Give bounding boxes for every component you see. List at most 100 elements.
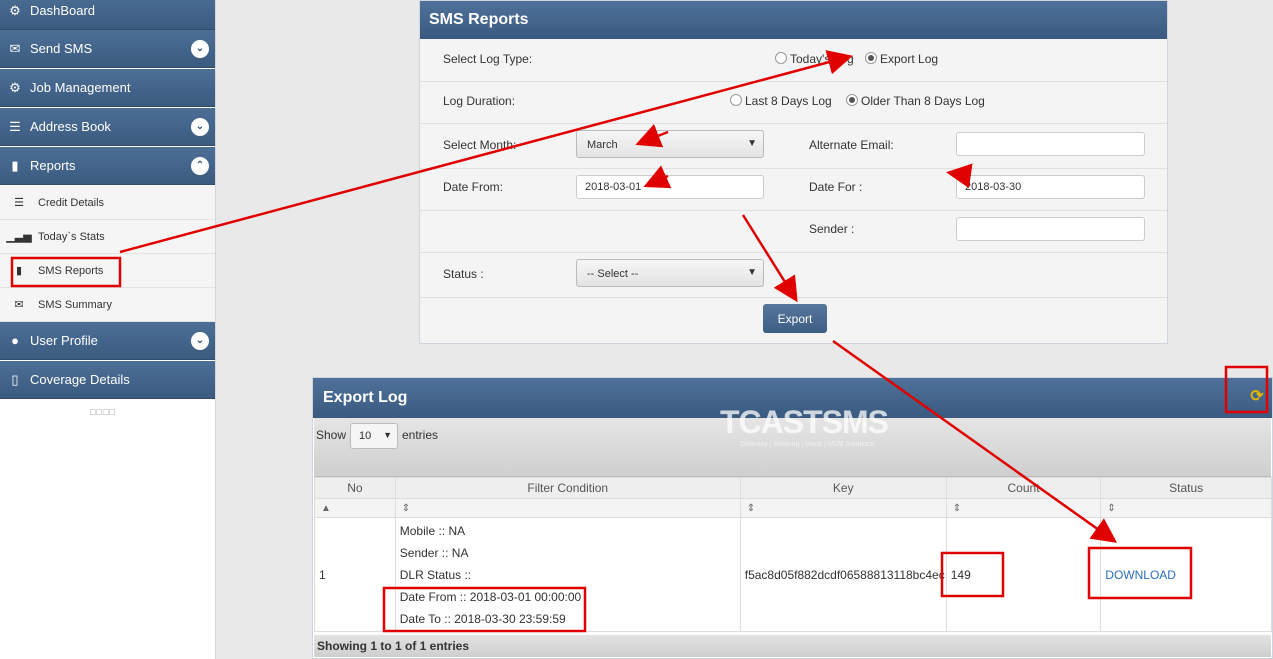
chevron-down-icon[interactable]: ⌄ [191,331,209,350]
sidebar-item-send-sms[interactable]: ✉ Send SMS ⌄ [0,30,215,68]
caret-down-icon: ▼ [747,267,757,278]
cell-count: 149 [945,517,1102,632]
list-icon: ☰ [9,118,21,134]
sender-label: Sender : [809,222,855,236]
column-header-key[interactable]: Key [739,477,947,499]
bar-chart-icon: ▁▃▅ [6,231,32,243]
cell-status: DOWNLOAD [1100,517,1272,632]
document-icon: ▮ [15,265,23,277]
filter-line: Sender :: NA [399,545,469,560]
book-icon: ▯ [11,371,19,387]
month-row: Select Month: March ▼ Alternate Email: [420,123,1167,169]
sidebar-item-label: Address Book [30,119,111,134]
sidebar-item-reports[interactable]: ▮ Reports ⌃ [0,147,215,185]
entries-label: entries [402,428,439,442]
date-for-input[interactable]: 2018-03-30 [956,175,1145,199]
sender-input[interactable] [956,217,1145,241]
duration-option-last8[interactable]: Last 8 Days Log [730,94,832,108]
duration-option-older[interactable]: Older Than 8 Days Log [846,94,985,108]
radio-selected-icon[interactable] [846,94,858,106]
status-select[interactable]: -- Select -- ▼ [576,259,764,287]
sidebar-item-user-profile[interactable]: ● User Profile ⌄ [0,322,215,360]
chevron-up-icon[interactable]: ⌃ [191,156,209,175]
gear-icon: ⚙ [9,79,21,95]
refresh-icon[interactable]: ⟳ [1248,388,1266,406]
sms-reports-panel: SMS Reports Select Log Type: Today's Log… [419,0,1168,344]
date-for-label: Date For : [809,180,863,194]
table-row: 1 Mobile :: NA Sender :: NA DLR Status :… [314,517,1272,632]
alt-email-input[interactable] [956,132,1145,156]
radio-icon[interactable] [730,94,742,106]
caret-down-icon: ▼ [747,138,757,149]
chevron-down-icon[interactable]: ⌄ [191,39,209,58]
date-from-input[interactable]: 2018-03-01 [576,175,764,199]
sidebar-item-job-management[interactable]: ⚙ Job Management [0,69,215,107]
export-button[interactable]: Export [763,304,827,333]
filter-line: Mobile :: NA [399,523,466,538]
filter-line: Date To :: 2018-03-30 23:59:59 [399,611,566,626]
alt-email-label: Alternate Email: [809,138,894,152]
sort-icon[interactable]: ⇕ [394,498,741,518]
sidebar-item-label: Send SMS [30,41,93,56]
radio-selected-icon[interactable] [865,52,877,64]
sidebar-item-address-book[interactable]: ☰ Address Book ⌄ [0,108,215,146]
envelope-icon: ✉ [9,40,21,56]
sort-icon[interactable]: ⇕ [1100,498,1272,518]
month-select[interactable]: March ▼ [576,130,764,158]
log-type-row: Select Log Type: Today's Log Export Log [420,39,1167,82]
sidebar-subitem-sms-summary[interactable]: ✉ SMS Summary [0,288,215,322]
sidebar-item-label: Reports [30,158,76,173]
export-log-table: No Filter Condition Key Count Status ▲ ⇕… [314,477,1272,632]
date-from-label: Date From: [443,180,504,194]
log-type-option-export[interactable]: Export Log [865,52,938,66]
column-header-count[interactable]: Count [945,477,1102,499]
sidebar-subitem-label: Today`s Stats [38,230,105,243]
tcastsms-logo: TCASTSMS Gateway | Masking | Voice | M2M … [720,404,889,448]
user-icon: ● [11,333,19,348]
show-label: Show [316,428,347,442]
sort-icon[interactable]: ⇕ [945,498,1102,518]
sort-icon[interactable]: ▲ [314,498,396,518]
sidebar-item-dashboard[interactable]: ⚙ DashBoard [0,0,215,30]
sidebar: ⚙ DashBoard ✉ Send SMS ⌄ ⚙ Job Managemen… [0,0,216,659]
radio-icon[interactable] [775,52,787,64]
cell-no: 1 [314,517,396,632]
sidebar-item-label: Coverage Details [30,372,130,387]
list-icon: ☰ [14,197,24,209]
table-info: Showing 1 to 1 of 1 entries [314,635,1271,657]
log-duration-label: Log Duration: [443,94,516,108]
column-header-no[interactable]: No [314,477,396,499]
chevron-down-icon[interactable]: ⌄ [191,117,209,136]
download-link[interactable]: DOWNLOAD [1105,568,1176,582]
document-icon: ▮ [11,157,19,173]
filter-line: Date From :: 2018-03-01 00:00:00 [399,589,582,604]
envelope-icon: ✉ [14,299,24,311]
sidebar-item-label: User Profile [30,333,98,348]
sidebar-subitem-credit-details[interactable]: ☰ Credit Details [0,186,215,220]
sidebar-subitem-todays-stats[interactable]: ▁▃▅ Today`s Stats [0,220,215,254]
sidebar-subitem-label: SMS Summary [38,298,112,311]
filter-line: DLR Status :: [399,567,472,582]
sort-icon[interactable]: ⇕ [739,498,947,518]
status-row: Status : -- Select -- ▼ [420,252,1167,298]
sidebar-item-coverage-details[interactable]: ▯ Coverage Details [0,361,215,399]
column-header-filter[interactable]: Filter Condition [394,477,741,499]
month-label: Select Month: [443,138,517,152]
sidebar-subitem-sms-reports[interactable]: ▮ SMS Reports [0,254,215,288]
entries-length-select[interactable]: 10 ▼ [350,423,398,449]
sidebar-subitem-label: Credit Details [38,196,105,209]
cell-filter: Mobile :: NA Sender :: NA DLR Status :: … [394,517,741,632]
sidebar-resize-grip[interactable]: □□□□ [90,407,116,417]
cell-key: f5ac8d05f882dcdf06588813118bc4ec [739,517,947,632]
export-log-panel: Export Log ⟳ Show 10 ▼ entries TCASTSMS Ga… [312,377,1273,659]
caret-down-icon: ▼ [383,430,392,440]
sender-row: Sender : [420,210,1167,253]
panel-title: SMS Reports [420,1,1167,39]
sidebar-subitem-label: SMS Reports [38,264,104,277]
log-type-option-today[interactable]: Today's Log [775,52,854,66]
gear-icon: ⚙ [9,2,21,18]
sidebar-item-label: DashBoard [30,3,96,18]
column-header-status[interactable]: Status [1100,477,1272,499]
log-duration-row: Log Duration: Last 8 Days Log Older Than… [420,81,1167,124]
sidebar-item-label: Job Management [30,80,131,95]
